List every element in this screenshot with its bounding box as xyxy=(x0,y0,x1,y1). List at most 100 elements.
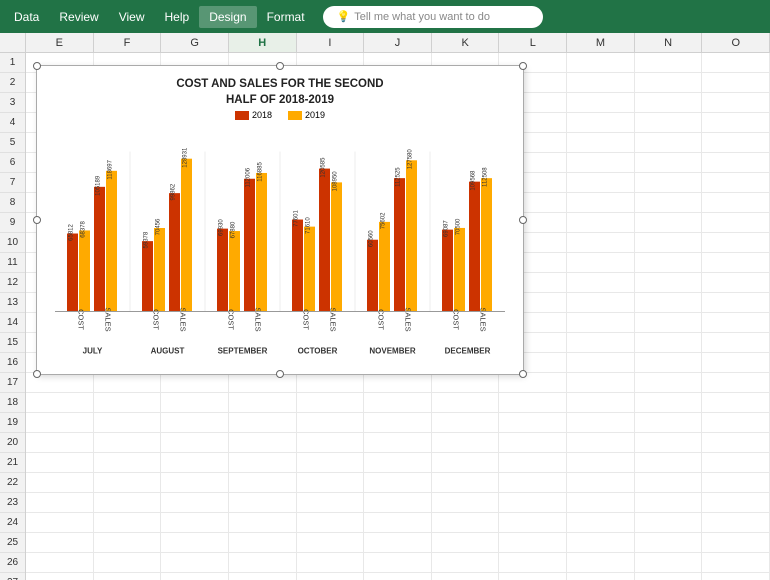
grid-cell[interactable] xyxy=(635,53,703,73)
grid-cell[interactable] xyxy=(161,393,229,413)
grid-cell[interactable] xyxy=(26,553,94,573)
grid-cell[interactable] xyxy=(229,573,297,580)
grid-cell[interactable] xyxy=(567,213,635,233)
grid-cell[interactable] xyxy=(567,133,635,153)
grid-cell[interactable] xyxy=(364,493,432,513)
grid-cell[interactable] xyxy=(635,493,703,513)
col-l[interactable]: L xyxy=(499,33,567,52)
grid-cell[interactable] xyxy=(635,533,703,553)
grid-cell[interactable] xyxy=(635,113,703,133)
grid-cell[interactable] xyxy=(229,473,297,493)
row-num-23[interactable]: 23 xyxy=(0,493,25,513)
grid-cell[interactable] xyxy=(567,493,635,513)
grid-cell[interactable] xyxy=(161,413,229,433)
row-num-24[interactable]: 24 xyxy=(0,513,25,533)
handle-mid-left[interactable] xyxy=(33,216,41,224)
grid-cell[interactable] xyxy=(567,433,635,453)
grid-cell[interactable] xyxy=(364,373,432,393)
grid-cell[interactable] xyxy=(567,233,635,253)
row-num-9[interactable]: 9 xyxy=(0,213,25,233)
row-num-4[interactable]: 4 xyxy=(0,113,25,133)
col-o[interactable]: O xyxy=(702,33,770,52)
grid-cell[interactable] xyxy=(567,53,635,73)
menu-review[interactable]: Review xyxy=(49,6,108,28)
grid-cell[interactable] xyxy=(635,313,703,333)
grid-cell[interactable] xyxy=(567,473,635,493)
menu-design[interactable]: Design xyxy=(199,6,256,28)
grid-cell[interactable] xyxy=(432,573,500,580)
grid-cell[interactable] xyxy=(702,93,770,113)
row-num-1[interactable]: 1 xyxy=(0,53,25,73)
col-k[interactable]: K xyxy=(432,33,500,52)
grid-cell[interactable] xyxy=(297,573,365,580)
grid-cell[interactable] xyxy=(229,453,297,473)
grid-cell[interactable] xyxy=(567,253,635,273)
row-num-21[interactable]: 21 xyxy=(0,453,25,473)
grid-cell[interactable] xyxy=(364,533,432,553)
grid-cell[interactable] xyxy=(567,73,635,93)
row-num-5[interactable]: 5 xyxy=(0,133,25,153)
grid-cell[interactable] xyxy=(161,553,229,573)
handle-bot-right[interactable] xyxy=(519,370,527,378)
grid-cell[interactable] xyxy=(499,513,567,533)
grid-cell[interactable] xyxy=(297,493,365,513)
grid-cell[interactable] xyxy=(499,393,567,413)
grid-cell[interactable] xyxy=(635,373,703,393)
grid-cell[interactable] xyxy=(567,533,635,553)
grid-cell[interactable] xyxy=(635,513,703,533)
grid-cell[interactable] xyxy=(297,393,365,413)
grid-cell[interactable] xyxy=(567,453,635,473)
grid-cell[interactable] xyxy=(297,553,365,573)
grid-cell[interactable] xyxy=(635,73,703,93)
menu-format[interactable]: Format xyxy=(257,6,315,28)
grid-cell[interactable] xyxy=(297,533,365,553)
grid-cell[interactable] xyxy=(229,373,297,393)
grid-cell[interactable] xyxy=(702,213,770,233)
grid-cell[interactable] xyxy=(702,413,770,433)
grid-cell[interactable] xyxy=(94,473,162,493)
grid-cell[interactable] xyxy=(26,433,94,453)
grid-cell[interactable] xyxy=(499,533,567,553)
grid-cell[interactable] xyxy=(567,113,635,133)
grid-cell[interactable] xyxy=(567,173,635,193)
grid-cell[interactable] xyxy=(567,153,635,173)
grid-cell[interactable] xyxy=(702,113,770,133)
grid-cell[interactable] xyxy=(567,93,635,113)
grid-cell[interactable] xyxy=(567,313,635,333)
menu-view[interactable]: View xyxy=(109,6,155,28)
grid-cell[interactable] xyxy=(432,533,500,553)
grid-cell[interactable] xyxy=(229,513,297,533)
grid-cell[interactable] xyxy=(499,493,567,513)
grid-cell[interactable] xyxy=(161,513,229,533)
grid-cell[interactable] xyxy=(702,453,770,473)
col-i[interactable]: I xyxy=(297,33,365,52)
grid-cell[interactable] xyxy=(94,493,162,513)
grid-cell[interactable] xyxy=(432,393,500,413)
grid-cell[interactable] xyxy=(432,493,500,513)
grid-cell[interactable] xyxy=(635,253,703,273)
row-num-20[interactable]: 20 xyxy=(0,433,25,453)
grid-cell[interactable] xyxy=(702,553,770,573)
col-e[interactable]: E xyxy=(26,33,94,52)
grid-cell[interactable] xyxy=(635,353,703,373)
grid-cell[interactable] xyxy=(635,473,703,493)
grid-cell[interactable] xyxy=(94,433,162,453)
grid-cell[interactable] xyxy=(702,273,770,293)
handle-bot-left[interactable] xyxy=(33,370,41,378)
grid-cell[interactable] xyxy=(702,493,770,513)
grid-cell[interactable] xyxy=(364,573,432,580)
col-h[interactable]: H xyxy=(229,33,297,52)
grid-cell[interactable] xyxy=(432,473,500,493)
row-num-15[interactable]: 15 xyxy=(0,333,25,353)
grid-cell[interactable] xyxy=(702,173,770,193)
col-f[interactable]: F xyxy=(94,33,162,52)
grid-cell[interactable] xyxy=(567,293,635,313)
grid-cell[interactable] xyxy=(635,133,703,153)
row-num-11[interactable]: 11 xyxy=(0,253,25,273)
grid-cell[interactable] xyxy=(499,573,567,580)
grid-cell[interactable] xyxy=(26,573,94,580)
grid-cell[interactable] xyxy=(567,373,635,393)
grid-cell[interactable] xyxy=(229,433,297,453)
grid-cell[interactable] xyxy=(635,173,703,193)
grid-cell[interactable] xyxy=(161,533,229,553)
